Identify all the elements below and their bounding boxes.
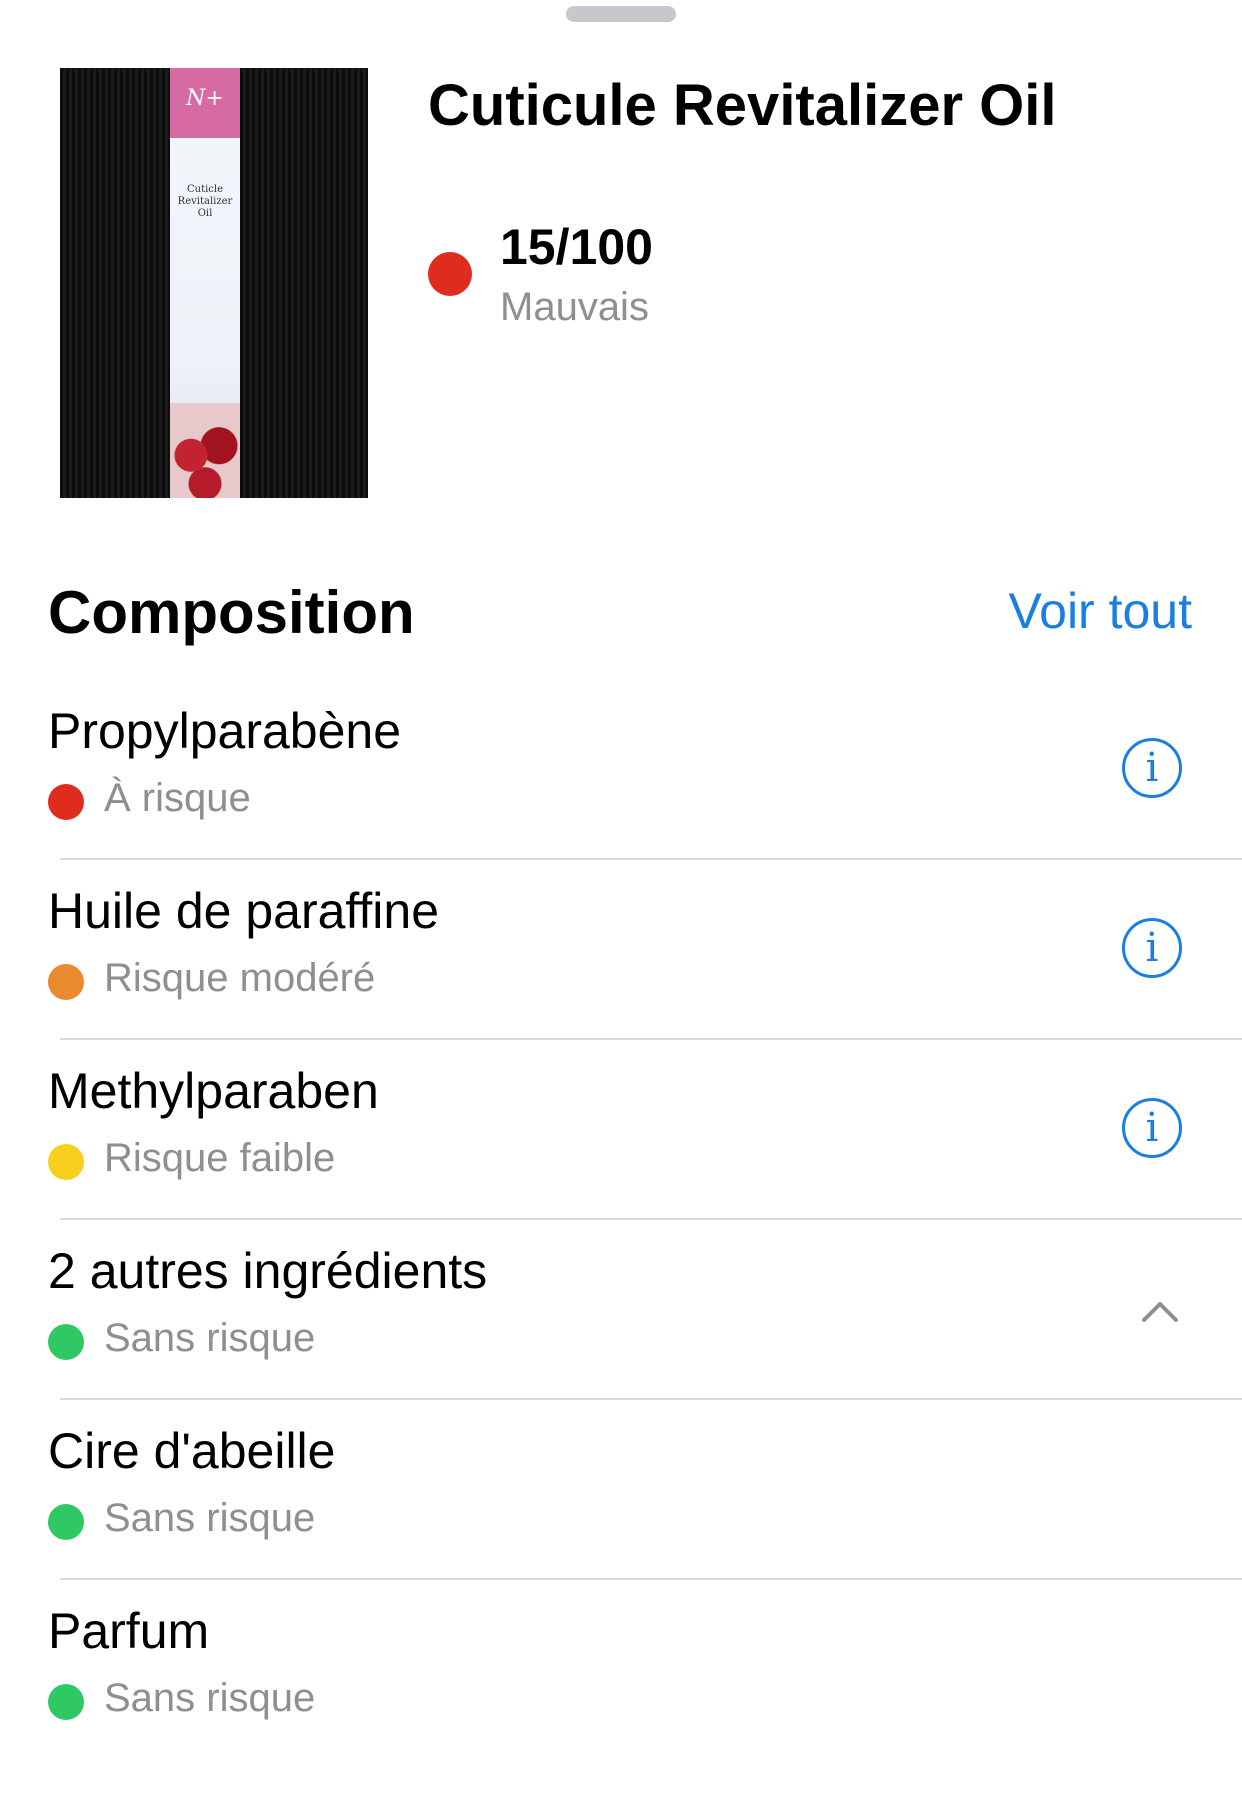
ingredient-name: Huile de paraffine	[48, 883, 440, 939]
ingredient-name: Parfum	[48, 1603, 210, 1659]
chevron-up-icon[interactable]	[1140, 1296, 1180, 1326]
ingredient-row-propylparaben[interactable]: Propylparabène À risque i	[0, 680, 1242, 860]
ingredient-name: Methylparaben	[48, 1063, 379, 1119]
product-box-label: Cuticle Revitalizer Oil	[177, 184, 233, 219]
ingredient-row-beeswax[interactable]: Cire d'abeille Sans risque	[0, 1400, 1242, 1580]
risk-indicator-dot	[48, 1504, 84, 1540]
risk-label: Sans risque	[104, 1496, 316, 1540]
risk-indicator-dot	[48, 784, 84, 820]
risk-indicator-dot	[48, 1684, 84, 1720]
see-all-link[interactable]: Voir tout	[1009, 582, 1192, 640]
ingredient-row-methylparaben[interactable]: Methylparaben Risque faible i	[0, 1040, 1242, 1220]
composition-title: Composition	[48, 579, 415, 646]
ingredient-name: Cire d'abeille	[48, 1423, 336, 1479]
risk-label: À risque	[104, 776, 251, 820]
ingredient-list: Propylparabène À risque i Huile de paraf…	[0, 680, 1242, 1760]
score-rating-label: Mauvais	[500, 285, 649, 329]
risk-label: Sans risque	[104, 1316, 316, 1360]
info-icon[interactable]: i	[1122, 1098, 1182, 1158]
product-title: Cuticule Revitalizer Oil	[428, 73, 1057, 138]
risk-indicator-dot	[48, 964, 84, 1000]
ingredient-name: Propylparabène	[48, 703, 402, 759]
risk-label: Risque modéré	[104, 956, 376, 1000]
score-indicator-dot	[428, 252, 472, 296]
ingredient-row-other-ingredients[interactable]: 2 autres ingrédients Sans risque	[0, 1220, 1242, 1400]
risk-indicator-dot	[48, 1144, 84, 1180]
product-image: N+ Cuticle Revitalizer Oil	[60, 68, 368, 498]
cherry-illustration	[170, 403, 240, 498]
score-value: 15/100	[500, 219, 653, 275]
risk-label: Risque faible	[104, 1136, 336, 1180]
info-icon[interactable]: i	[1122, 738, 1182, 798]
sheet-drag-handle[interactable]	[566, 6, 676, 22]
risk-indicator-dot	[48, 1324, 84, 1360]
ingredient-row-paraffin-oil[interactable]: Huile de paraffine Risque modéré i	[0, 860, 1242, 1040]
risk-label: Sans risque	[104, 1676, 316, 1720]
product-box: N+ Cuticle Revitalizer Oil	[170, 68, 240, 498]
ingredient-row-parfum[interactable]: Parfum Sans risque	[0, 1580, 1242, 1760]
brand-logo: N+	[186, 86, 224, 111]
info-icon[interactable]: i	[1122, 918, 1182, 978]
ingredient-name: 2 autres ingrédients	[48, 1243, 488, 1299]
